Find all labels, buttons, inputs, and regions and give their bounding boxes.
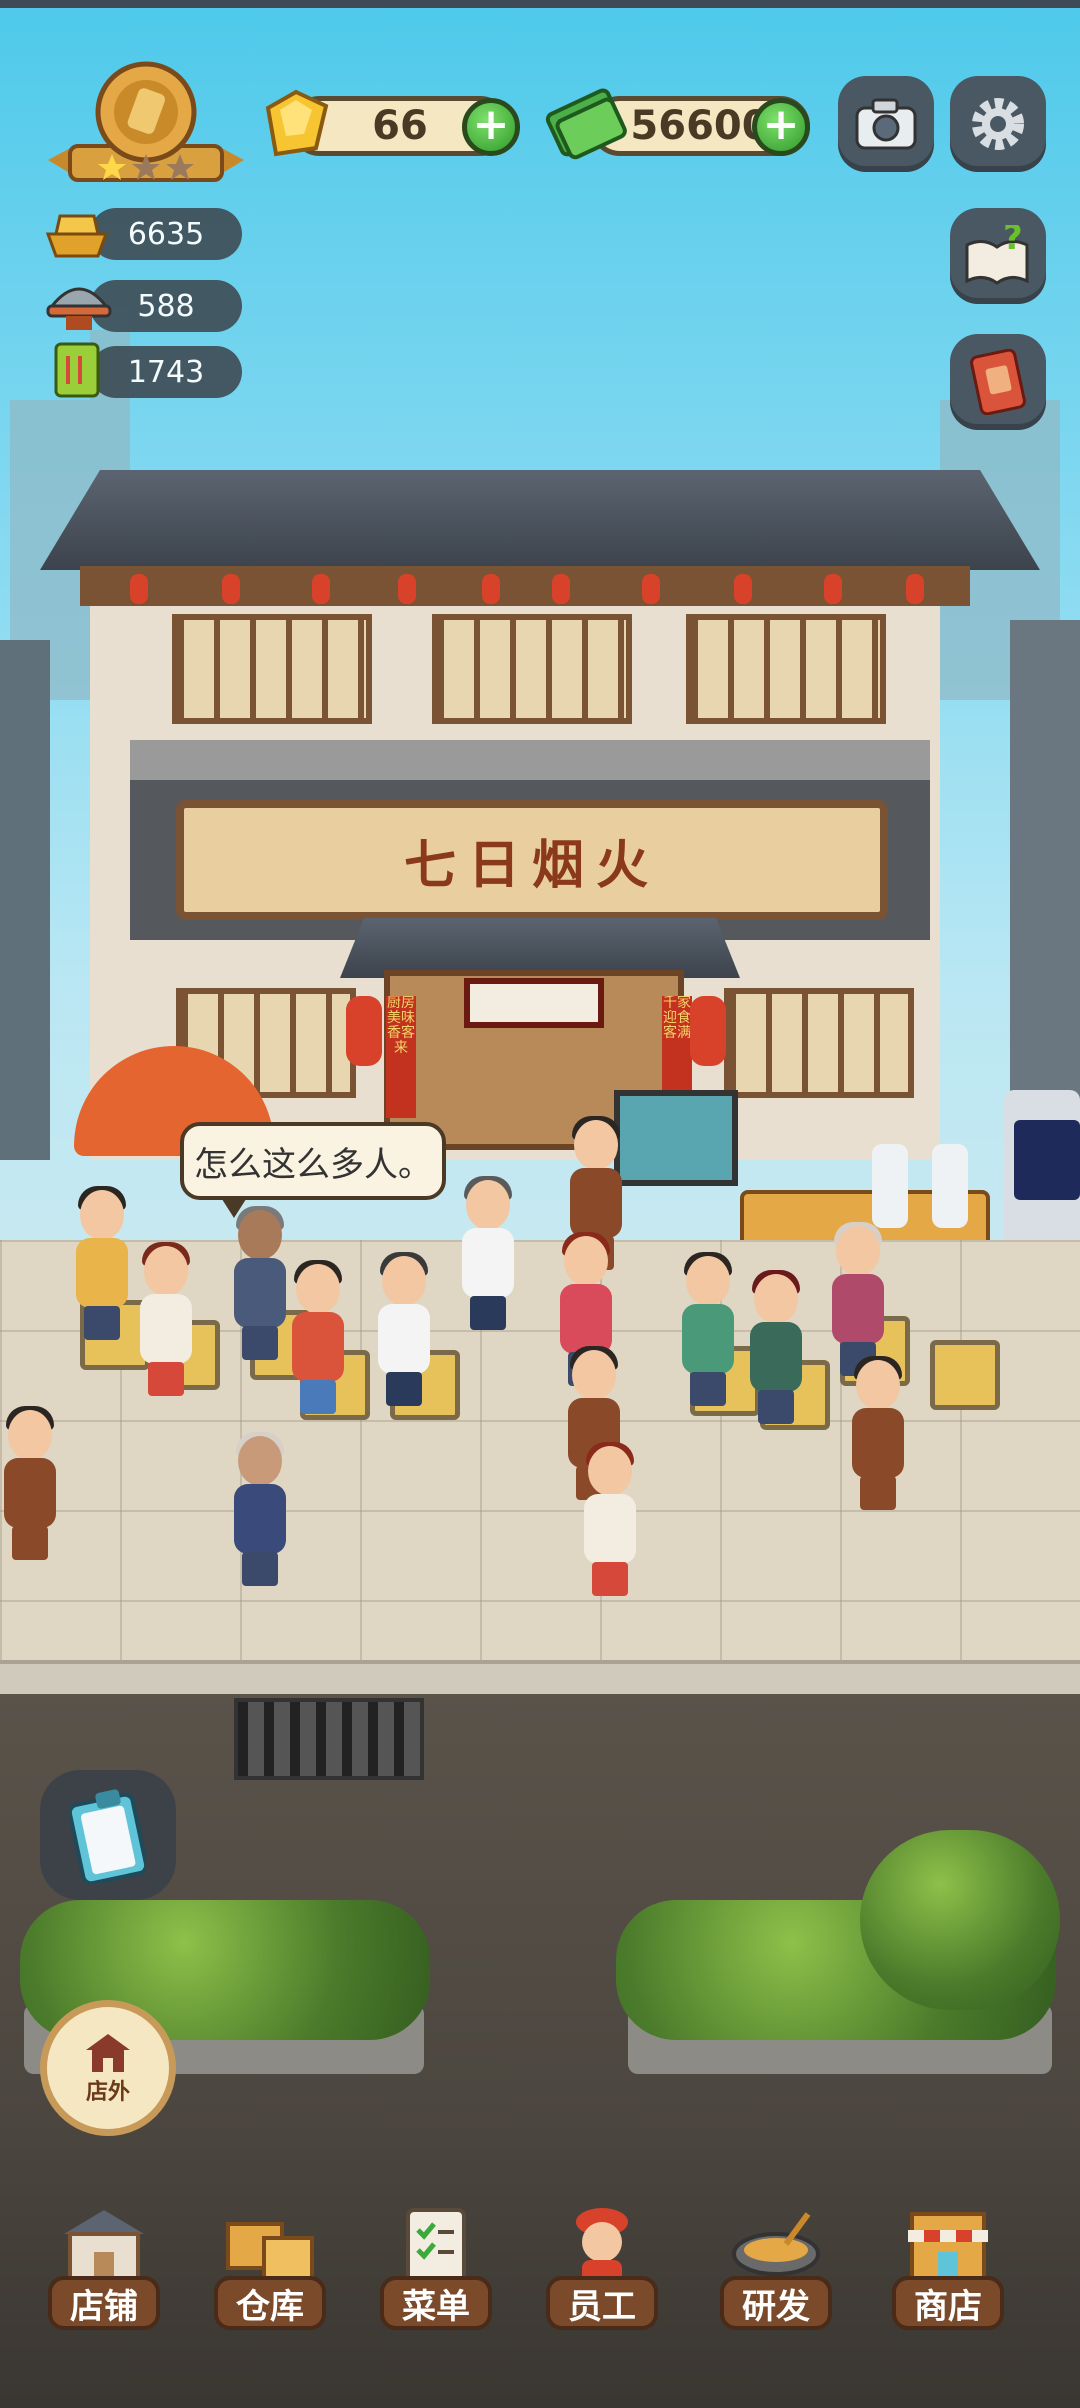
task-list-button[interactable] <box>40 1770 176 1900</box>
arcade-screen <box>1014 1120 1080 1200</box>
stat-dishes-value: 588 <box>137 288 195 324</box>
nav-shop-label: 店铺 <box>48 2276 160 2330</box>
food-cloche-icon <box>44 272 114 338</box>
speech-bubble-text: 怎么这么多人。 <box>194 1144 432 1185</box>
menu-clipboard-icon <box>386 2204 486 2284</box>
gear-icon <box>972 98 1024 150</box>
nav-menu-label: 菜单 <box>380 2276 492 2330</box>
restaurant-name: 七日烟火 <box>403 835 660 896</box>
nav-shop[interactable]: 店铺 <box>44 2204 164 2344</box>
customer[interactable] <box>458 1176 518 1330</box>
upper-window <box>172 614 372 724</box>
lantern-icon <box>222 574 240 604</box>
right-neighbor-building <box>1010 620 1080 1100</box>
lantern-icon <box>398 574 416 604</box>
couplet-left-text: 厨房美味香客来 <box>387 996 415 1056</box>
customer[interactable] <box>828 1222 888 1376</box>
records-button[interactable] <box>950 334 1046 430</box>
upper-window <box>686 614 886 724</box>
help-book-icon: ? <box>965 225 1029 285</box>
tree-right <box>860 1830 1060 2010</box>
entrance-roof <box>340 918 740 978</box>
settings-button[interactable] <box>950 76 1046 172</box>
left-neighbor-building <box>0 640 50 1160</box>
customer[interactable] <box>72 1186 132 1340</box>
nav-research-label: 研发 <box>720 2276 832 2330</box>
clipboard-icon <box>70 1789 146 1883</box>
waiting-chair <box>930 1340 1000 1410</box>
customer[interactable] <box>746 1270 806 1424</box>
lantern-icon <box>130 574 148 604</box>
trophy-badge-icon <box>48 61 244 182</box>
add-gems-button[interactable]: + <box>462 98 520 156</box>
restaurant-sign: 七日烟火 <box>176 800 888 920</box>
nav-staff-label: 员工 <box>546 2276 658 2330</box>
nav-warehouse-label: 仓库 <box>214 2276 326 2330</box>
guide-button[interactable]: ? <box>950 208 1046 304</box>
speech-bubble: 怎么这么多人。 <box>180 1122 446 1218</box>
lantern-icon <box>906 574 924 604</box>
red-lantern-icon <box>346 996 382 1066</box>
lantern-icon <box>734 574 752 604</box>
customer[interactable] <box>230 1206 290 1360</box>
status-bar <box>0 0 1080 8</box>
recipe-book-icon <box>50 340 106 404</box>
gems-value: 66 <box>372 103 428 149</box>
water-dispenser-icon <box>872 1144 908 1228</box>
nav-store-label: 商店 <box>892 2276 1004 2330</box>
stat-gold: 6635 <box>90 208 242 260</box>
customer[interactable] <box>374 1252 434 1406</box>
facade-band <box>130 740 930 780</box>
gem-icon <box>258 88 334 164</box>
waiter[interactable] <box>0 1406 60 1560</box>
waiter[interactable] <box>848 1356 908 1510</box>
customer[interactable] <box>230 1432 290 1586</box>
nav-menu[interactable]: 菜单 <box>376 2204 496 2344</box>
water-dispenser-icon <box>932 1144 968 1228</box>
customer[interactable] <box>678 1252 738 1406</box>
lantern-icon <box>312 574 330 604</box>
stat-recipes: 1743 <box>90 346 242 398</box>
customer[interactable] <box>136 1242 196 1396</box>
lantern-icon <box>642 574 660 604</box>
curb <box>0 1660 1080 1698</box>
warehouse-boxes-icon <box>220 2204 320 2284</box>
stat-gold-value: 6635 <box>127 216 205 252</box>
customer[interactable] <box>580 1442 640 1596</box>
shop-building-icon <box>54 2204 154 2284</box>
red-lantern-icon <box>690 996 726 1066</box>
outside-view-label: 店外 <box>85 2080 130 2105</box>
staff-chef-icon <box>552 2204 652 2284</box>
entrance-plaque <box>464 978 604 1028</box>
lower-window-right <box>724 988 914 1098</box>
lantern-icon <box>482 574 500 604</box>
camera-icon <box>855 98 917 150</box>
couplet-right-text: 千家迎食客满 <box>663 996 691 1041</box>
nav-staff[interactable]: 员工 <box>542 2204 662 2344</box>
outside-view-button[interactable]: 店外 <box>40 2000 176 2136</box>
rank-badge[interactable] <box>48 60 244 190</box>
nav-warehouse[interactable]: 仓库 <box>210 2204 330 2344</box>
restaurant-roof <box>40 470 1040 570</box>
cash-value: 56600 <box>630 103 770 149</box>
display-easel <box>614 1090 738 1186</box>
customer[interactable] <box>288 1260 348 1414</box>
store-stall-icon <box>898 2204 998 2284</box>
wok-research-icon <box>726 2204 826 2284</box>
camera-button[interactable] <box>838 76 934 172</box>
red-book-icon <box>970 349 1026 415</box>
drain-grate <box>234 1698 424 1780</box>
svg-text:?: ? <box>1003 225 1023 258</box>
gold-ingot-icon <box>42 204 112 264</box>
cash-stack-icon <box>544 80 628 168</box>
add-cash-button[interactable]: + <box>752 98 810 156</box>
stat-recipes-value: 1743 <box>127 354 205 390</box>
lantern-icon <box>824 574 842 604</box>
couplet-left: 厨房美味香客来 <box>386 996 416 1118</box>
nav-store[interactable]: 商店 <box>888 2204 1008 2344</box>
nav-research[interactable]: 研发 <box>716 2204 836 2344</box>
upper-window <box>432 614 632 724</box>
lantern-icon <box>552 574 570 604</box>
house-icon <box>86 2034 130 2072</box>
